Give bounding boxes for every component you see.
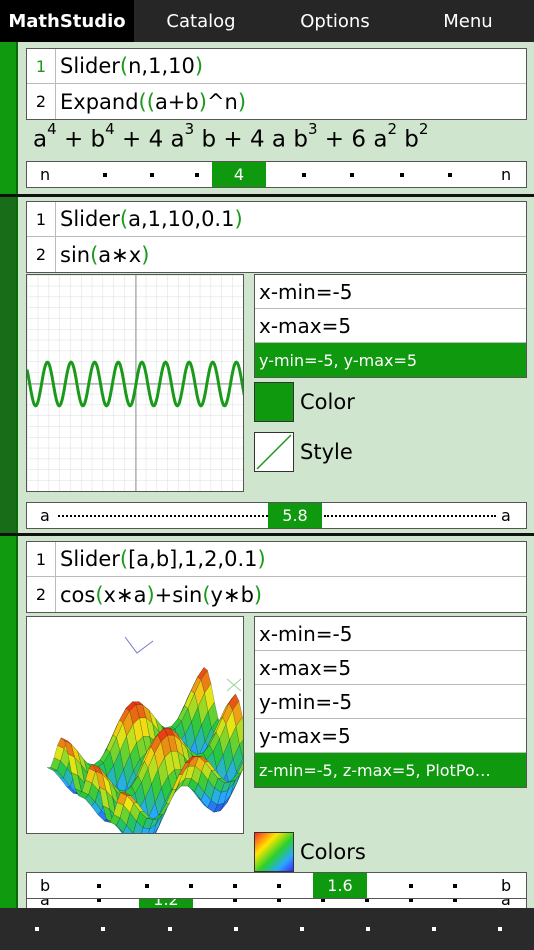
slider-knob[interactable]: 1.6 — [313, 873, 367, 898]
surface-cell — [244, 741, 245, 767]
line-style-icon — [256, 434, 292, 470]
slider-tick — [409, 884, 413, 888]
slider-tick — [448, 173, 452, 177]
slider-b[interactable]: b 1.6 b — [26, 872, 527, 899]
plot-3d[interactable] — [26, 616, 244, 834]
line-number: 2 — [27, 577, 56, 612]
slider-tick — [233, 884, 237, 888]
line-number: 1 — [27, 542, 56, 576]
color-label: Color — [300, 390, 355, 414]
slider-tick — [103, 173, 107, 177]
expansion-result: a4 + b4 + 4 a3 b + 4 a b3 + 6 a2 b2 — [33, 120, 429, 153]
prop-y-range[interactable]: y-min=-5, y-max=5 — [255, 343, 526, 377]
surface-plot-svg — [27, 617, 245, 833]
page-dot[interactable] — [300, 927, 304, 931]
section-sine-plot[interactable]: 1 Slider(a,1,10,0.1) 2 sin(a∗x) x-min=-5… — [0, 197, 534, 533]
sine-plot-svg — [27, 275, 243, 491]
slider-tick — [189, 884, 193, 888]
line-number: 1 — [27, 49, 56, 83]
slider-tick — [302, 173, 306, 177]
code-line[interactable]: 1 Slider(n,1,10) — [27, 49, 526, 84]
bottom-toolbar[interactable] — [0, 908, 534, 950]
color-swatch[interactable] — [254, 382, 294, 422]
section-selector[interactable] — [0, 42, 18, 194]
style-label: Style — [300, 440, 353, 464]
prop-x-max[interactable]: x-max=5 — [255, 651, 526, 685]
slider-tick — [150, 173, 154, 177]
code-text[interactable]: Slider(n,1,10) — [56, 54, 203, 78]
slider-knob[interactable]: 4 — [212, 162, 266, 187]
code-line[interactable]: 1 Slider([a,b],1,2,0.1) — [27, 542, 526, 577]
page-dot[interactable] — [498, 927, 502, 931]
slider-a[interactable]: a 5.8 a — [26, 502, 527, 529]
section-selector[interactable] — [0, 197, 18, 533]
slider-max-label: b — [501, 876, 512, 895]
slider-max-label: a — [501, 506, 511, 525]
line-number: 2 — [27, 237, 56, 272]
slider-tick — [400, 173, 404, 177]
code-line[interactable]: 2 sin(a∗x) — [27, 237, 526, 272]
slider-min-label: a — [40, 506, 50, 525]
code-text[interactable]: Slider(a,1,10,0.1) — [56, 207, 243, 231]
surface-cell — [242, 757, 243, 759]
notebook: 1 Slider(n,1,10) 2 Expand((a+b)^n) a4 + … — [0, 42, 534, 913]
slider-tick — [350, 173, 354, 177]
plot-properties[interactable]: x-min=-5 x-max=5 y-min=-5 y-max=5 z-min=… — [254, 616, 527, 788]
slider-knob[interactable]: 5.8 — [268, 503, 322, 528]
code-text[interactable]: Expand((a+b)^n) — [56, 90, 246, 114]
page-dot[interactable] — [168, 927, 172, 931]
slider-tick — [145, 884, 149, 888]
slider-max-label: n — [501, 165, 512, 184]
code-editor[interactable]: 1 Slider(n,1,10) 2 Expand((a+b)^n) — [26, 48, 527, 120]
code-text[interactable]: sin(a∗x) — [56, 243, 149, 267]
colors-option[interactable]: Colors — [254, 832, 366, 872]
tab-menu[interactable]: Menu — [402, 0, 534, 42]
plot-2d[interactable] — [26, 274, 244, 492]
prop-z-range[interactable]: z-min=-5, z-max=5, PlotPo… — [255, 753, 526, 787]
page-dot[interactable] — [101, 927, 105, 931]
tab-mathstudio[interactable]: MathStudio — [0, 0, 134, 42]
tab-catalog[interactable]: Catalog — [134, 0, 268, 42]
section-selector[interactable] — [0, 536, 18, 908]
line-number: 2 — [27, 84, 56, 119]
top-nav: MathStudio Catalog Options Menu — [0, 0, 534, 42]
slider-tick — [195, 173, 199, 177]
line-number: 1 — [27, 202, 56, 236]
slider-tick — [97, 884, 101, 888]
slider-min-label: b — [40, 876, 51, 895]
code-line[interactable]: 1 Slider(a,1,10,0.1) — [27, 202, 526, 237]
page-dot[interactable] — [432, 927, 436, 931]
slider-track — [58, 515, 268, 517]
code-line[interactable]: 2 cos(x∗a)+sin(y∗b) — [27, 577, 526, 612]
colors-swatch[interactable] — [254, 832, 294, 872]
page-dot[interactable] — [366, 927, 370, 931]
code-line[interactable]: 2 Expand((a+b)^n) — [27, 84, 526, 119]
color-option[interactable]: Color — [254, 382, 355, 422]
tab-options[interactable]: Options — [268, 0, 402, 42]
code-editor[interactable]: 1 Slider([a,b],1,2,0.1) 2 cos(x∗a)+sin(y… — [26, 541, 527, 613]
code-text[interactable]: Slider([a,b],1,2,0.1) — [56, 547, 266, 571]
slider-min-label: n — [40, 165, 51, 184]
plot-properties[interactable]: x-min=-5 x-max=5 y-min=-5, y-max=5 — [254, 274, 527, 378]
code-editor[interactable]: 1 Slider(a,1,10,0.1) 2 sin(a∗x) — [26, 201, 527, 273]
slider-tick — [453, 884, 457, 888]
page-dot[interactable] — [35, 927, 39, 931]
code-text[interactable]: cos(x∗a)+sin(y∗b) — [56, 583, 262, 607]
slider-tick — [277, 884, 281, 888]
style-option[interactable]: Style — [254, 432, 353, 472]
style-swatch[interactable] — [254, 432, 294, 472]
slider-track — [324, 515, 496, 517]
prop-x-max[interactable]: x-max=5 — [255, 309, 526, 343]
prop-y-min[interactable]: y-min=-5 — [255, 685, 526, 719]
prop-y-max[interactable]: y-max=5 — [255, 719, 526, 753]
prop-x-min[interactable]: x-min=-5 — [255, 275, 526, 309]
page-dot[interactable] — [234, 927, 238, 931]
colors-label: Colors — [300, 840, 366, 864]
slider-n[interactable]: n 4 n — [26, 161, 527, 188]
section-expand[interactable]: 1 Slider(n,1,10) 2 Expand((a+b)^n) a4 + … — [0, 42, 534, 194]
prop-x-min[interactable]: x-min=-5 — [255, 617, 526, 651]
section-surface-plot[interactable]: 1 Slider([a,b],1,2,0.1) 2 cos(x∗a)+sin(y… — [0, 536, 534, 913]
